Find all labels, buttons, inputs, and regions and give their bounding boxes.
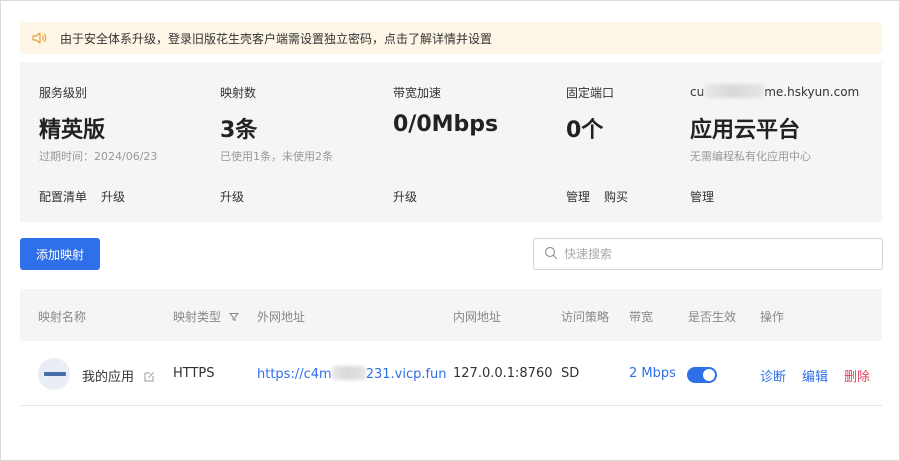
col-header-actions: 操作 (760, 310, 785, 324)
col-header-policy: 访问策略 (561, 310, 610, 324)
filter-icon[interactable] (228, 311, 239, 325)
stat-label: 带宽加速 (393, 86, 442, 100)
mapping-name-text: 我的应用 (82, 370, 135, 385)
app-avatar (38, 358, 70, 390)
bandwidth-link[interactable]: 2 Mbps (629, 366, 676, 381)
col-header-type-label: 映射类型 (173, 310, 222, 324)
app-frame: 由于安全体系升级，登录旧版花生壳客户端需设置独立密码，点击了解详情并设置 服务级… (0, 0, 900, 461)
stat-value: 应用云平台 (690, 118, 801, 143)
service-stats-panel: 服务级别 精英版 过期时间：2024/06/23 配置清单 升级 映射数 3条 已… (20, 62, 882, 222)
security-notice[interactable]: 由于安全体系升级，登录旧版花生壳客户端需设置独立密码，点击了解详情并设置 (20, 22, 882, 54)
redacted-blur (331, 366, 366, 380)
stat-value: 0个 (566, 118, 604, 143)
enabled-toggle[interactable] (687, 367, 717, 383)
stat-label: 固定端口 (566, 86, 615, 100)
search-input[interactable] (564, 247, 864, 261)
upgrade-bandwidth-link[interactable]: 升级 (393, 190, 417, 204)
redacted-blur (704, 84, 765, 98)
col-header-type[interactable]: 映射类型 (173, 308, 239, 325)
col-header-name: 映射名称 (38, 310, 87, 324)
table-header: 映射名称 映射类型 外网地址 内网地址 访问策略 带宽 是否生效 操作 (20, 289, 882, 341)
cloud-domain: cu me.hskyun.com (690, 84, 859, 99)
col-header-enabled: 是否生效 (688, 310, 737, 324)
upgrade-mappings-link[interactable]: 升级 (220, 190, 244, 204)
buy-port-link[interactable]: 购买 (604, 190, 628, 204)
external-address-link[interactable]: https://c4m 231.vicp.fun (257, 366, 447, 382)
domain-suffix: me.hskyun.com (764, 85, 860, 99)
add-mapping-button[interactable]: 添加映射 (20, 238, 100, 270)
col-header-internal: 内网地址 (453, 310, 502, 324)
stat-value: 0/0Mbps (393, 112, 499, 137)
domain-prefix: cu (690, 85, 705, 99)
access-policy: SD (561, 366, 580, 381)
external-address-prefix: https://c4m (257, 367, 332, 382)
col-header-external: 外网地址 (257, 310, 306, 324)
mapping-name: 我的应用 (82, 366, 155, 386)
edit-button[interactable]: 编辑 (802, 366, 828, 385)
search-box[interactable] (533, 238, 883, 270)
cloud-description: 无需编程私有化应用中心 (690, 150, 811, 163)
search-icon (544, 245, 558, 264)
mapping-usage: 已使用1条，未使用2条 (220, 150, 333, 163)
mapping-type: HTTPS (173, 366, 215, 381)
internal-address: 127.0.0.1:8760 (453, 366, 553, 381)
delete-button[interactable]: 删除 (844, 366, 870, 385)
manage-cloud-link[interactable]: 管理 (690, 190, 714, 204)
stat-label: 服务级别 (39, 86, 88, 100)
manage-port-link[interactable]: 管理 (566, 190, 590, 204)
upgrade-service-link[interactable]: 升级 (101, 190, 125, 204)
edit-icon[interactable] (144, 371, 155, 386)
stat-label: 映射数 (220, 86, 257, 100)
col-header-bandwidth: 带宽 (629, 310, 654, 324)
expiry-date: 过期时间：2024/06/23 (39, 150, 158, 163)
stat-value: 3条 (220, 118, 258, 143)
external-address-suffix: 231.vicp.fun (365, 367, 447, 382)
diagnose-button[interactable]: 诊断 (760, 366, 786, 385)
stat-value: 精英版 (39, 118, 106, 143)
speaker-icon (32, 31, 48, 45)
config-list-link[interactable]: 配置清单 (39, 190, 87, 204)
table-row: 我的应用 HTTPS https://c4m 231.vicp.fun 127.0… (20, 341, 882, 406)
notice-text: 由于安全体系升级，登录旧版花生壳客户端需设置独立密码，点击了解详情并设置 (60, 31, 493, 46)
